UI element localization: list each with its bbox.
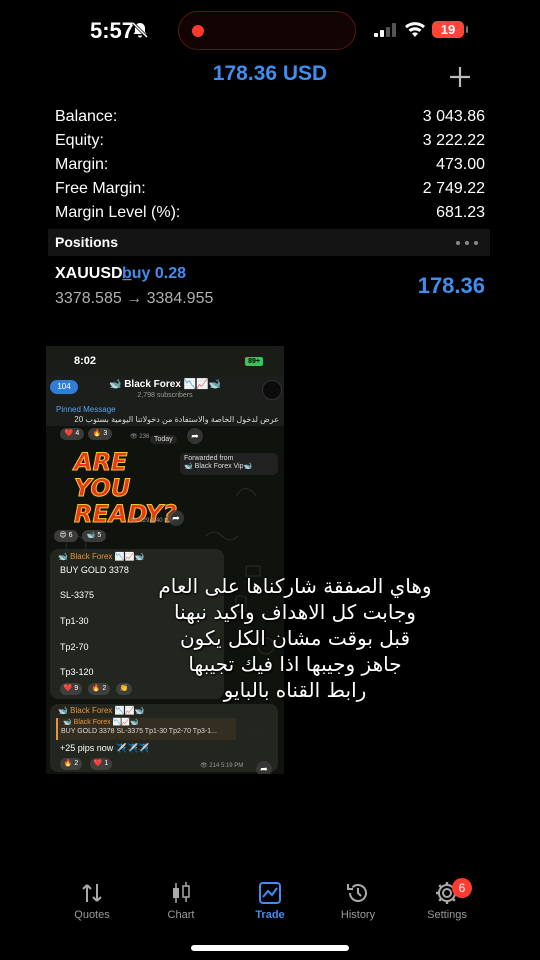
free-margin-row: Free Margin: 2 749.22 xyxy=(55,180,485,204)
embedded-pinned-message: Pinned Message عرض لدخول الخاصة والاستفا… xyxy=(46,404,284,426)
embedded-subscribers: 2,798 subscribers xyxy=(137,392,193,399)
reaction-fire: 🔥 2 xyxy=(88,683,110,695)
balance-value: 3 043.86 xyxy=(422,108,485,125)
free-margin-value: 2 749.22 xyxy=(422,180,485,197)
positions-title: Positions xyxy=(55,234,119,250)
embedded-time: 8:02 xyxy=(74,355,97,367)
message-line: BUY GOLD 3378 xyxy=(60,565,129,575)
share-icon: ➦ xyxy=(256,761,272,774)
position-profit: 178.36 xyxy=(417,273,485,298)
tab-chart[interactable]: Chart xyxy=(141,870,221,921)
are-you-ready-image: ARE YOU READY? xyxy=(72,448,178,529)
caption-line: جاهز وجيبها اذا فيك تجيبها xyxy=(188,652,402,676)
tab-label: Quotes xyxy=(74,909,110,921)
position-prices: 3378.585 → 3384.955 xyxy=(55,290,214,307)
home-indicator[interactable] xyxy=(191,945,349,951)
margin-level-row: Margin Level (%): 681.23 xyxy=(55,204,485,228)
date-separator: Today xyxy=(150,435,177,444)
battery-icon: 19 xyxy=(432,21,468,38)
balance-label: Balance: xyxy=(55,108,118,125)
reaction-love: 😍 6 xyxy=(54,530,78,542)
embedded-channel-header: 104 🐋 Black Forex 📉📈🐋 2,798 subscribers xyxy=(46,376,284,406)
caption-line: رابط القناه بالبايو xyxy=(223,678,367,702)
positions-header: Positions xyxy=(48,229,490,256)
recording-dot-icon xyxy=(192,25,204,37)
embedded-status-bar: 8:02 89+ xyxy=(46,346,284,376)
message-author: 🐋 Black Forex 📉📈🐋 xyxy=(58,706,145,715)
caption-line: قبل بوقت مشان الكل يكون xyxy=(179,626,411,650)
tab-quotes[interactable]: Quotes xyxy=(52,870,132,921)
update-message: 🐋 Black Forex 📉📈🐋 🐋 Black Forex 📉📈🐋 BUY … xyxy=(50,704,278,772)
tab-label: Chart xyxy=(167,909,195,921)
embedded-channel-avatar xyxy=(262,380,282,400)
equity-label: Equity: xyxy=(55,132,104,149)
tab-label: Settings xyxy=(427,909,467,921)
svg-text:YOU: YOU xyxy=(74,474,130,502)
quotes-icon xyxy=(82,884,102,902)
message-line: Tp3-120 xyxy=(60,667,94,677)
trade-icon xyxy=(259,882,281,904)
share-icon: ➦ xyxy=(187,428,203,444)
margin-value: 473.00 xyxy=(436,156,485,173)
wifi-icon xyxy=(405,22,425,37)
pinned-text: عرض لدخول الخاصة والاستفادة من دخولاتنا … xyxy=(74,415,279,424)
reaction-heart: ❤️ 4 xyxy=(60,428,84,440)
reaction-whale: 🐋 5 xyxy=(82,530,106,542)
reaction-heart: ❤️ 1 xyxy=(90,758,112,770)
ready-meta: 👁 229 4:40 PM xyxy=(130,518,174,524)
margin-row: Margin: 473.00 xyxy=(55,156,485,180)
forwarded-label: Forwarded from xyxy=(184,455,234,462)
quoted-message: 🐋 Black Forex 📉📈🐋 BUY GOLD 3378 SL-3375 … xyxy=(56,718,236,740)
tab-label: History xyxy=(340,909,376,921)
message-line: SL-3375 xyxy=(60,590,95,600)
reaction-fire: 🔥 2 xyxy=(60,758,82,770)
dynamic-island xyxy=(178,11,356,50)
tab-trade[interactable]: Trade xyxy=(230,870,310,921)
margin-level-value: 681.23 xyxy=(436,204,485,221)
equity-value: 3 222.22 xyxy=(422,132,485,149)
embedded-channel-name: 🐋 Black Forex 📉📈🐋 xyxy=(108,379,222,390)
message-meta: 👁 214 5:19 PM xyxy=(200,763,244,769)
message-line: Tp1-30 xyxy=(60,616,89,626)
quote-author: 🐋 Black Forex 📉📈🐋 xyxy=(63,719,139,726)
embedded-telegram-screenshot: 8:02 89+ 104 🐋 Black Forex 📉📈🐋 2,798 sub… xyxy=(46,346,284,774)
message-line: Tp2-70 xyxy=(60,642,89,652)
bell-off-icon xyxy=(131,21,149,39)
add-order-button[interactable] xyxy=(445,62,475,92)
free-margin-label: Free Margin: xyxy=(55,180,146,197)
embedded-battery-icon: 89+ xyxy=(245,357,263,366)
settings-badge: 6 xyxy=(452,878,472,898)
position-symbol: XAUUSD_ xyxy=(55,265,132,282)
balance-row: Balance: 3 043.86 xyxy=(55,108,485,132)
tab-history[interactable]: History xyxy=(318,870,398,921)
reaction-heart: ❤️ 9 xyxy=(60,683,82,695)
pinned-label: Pinned Message xyxy=(56,405,116,414)
reaction-clap: 👏 xyxy=(116,683,132,695)
status-bar: 5:57 19 xyxy=(0,0,540,60)
svg-text:ARE: ARE xyxy=(72,448,128,476)
status-time: 5:57 xyxy=(90,18,135,43)
equity-row: Equity: 3 222.22 xyxy=(55,132,485,156)
margin-level-label: Margin Level (%): xyxy=(55,204,181,221)
more-options-icon[interactable] xyxy=(456,241,478,245)
chart-icon xyxy=(173,882,190,903)
cellular-signal-icon xyxy=(374,23,396,37)
forwarded-name: 🐋 Black Forex Vip🐋 xyxy=(184,463,253,470)
tab-settings[interactable]: Settings xyxy=(407,870,487,921)
views-count: 👁 236 xyxy=(130,434,150,440)
tab-label: Trade xyxy=(255,909,285,921)
share-icon: ➦ xyxy=(168,510,184,526)
message-author: 🐋 Black Forex 📉📈🐋 xyxy=(58,552,145,561)
overlay-caption: وهاي الصفقة شاركناها على العام وجابت كل … xyxy=(150,573,440,703)
margin-label: Margin: xyxy=(55,156,109,173)
position-type: buy 0.28 xyxy=(122,265,187,282)
message-text: +25 pips now ✈️✈️✈️ xyxy=(60,743,150,753)
forwarded-from: Forwarded from 🐋 Black Forex Vip🐋 xyxy=(180,453,278,475)
quote-text: BUY GOLD 3378 SL-3375 Tp1-30 Tp2-70 Tp3-… xyxy=(61,728,217,735)
caption-line: وجابت كل الاهداف واكيد نبهنا xyxy=(174,600,416,624)
caption-line: وهاي الصفقة شاركناها على العام xyxy=(158,574,432,598)
reaction-fire: 🔥 3 xyxy=(88,428,112,440)
history-icon xyxy=(347,884,367,902)
